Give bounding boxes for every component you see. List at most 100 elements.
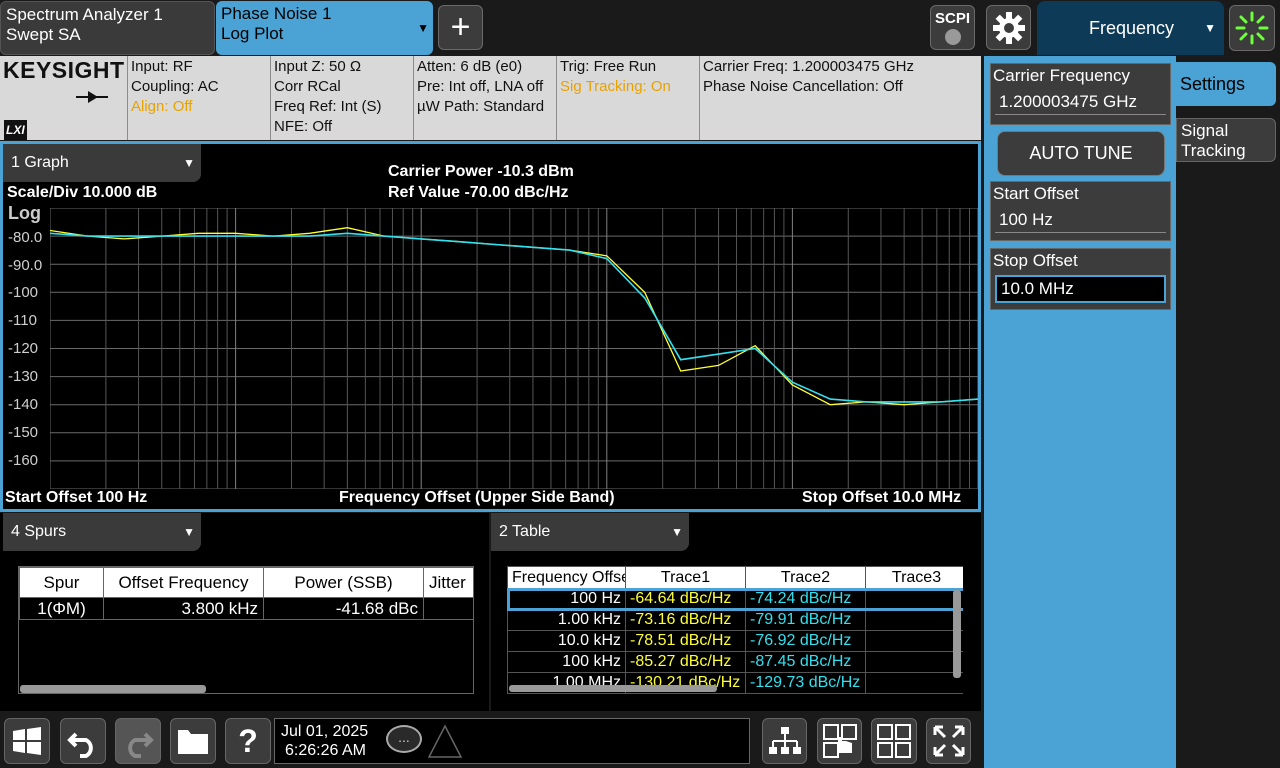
tab-settings[interactable]: Settings xyxy=(1172,62,1276,106)
freq-offset-cell: 10.0 kHz xyxy=(507,630,626,652)
carrier-frequency-label: Carrier Frequency xyxy=(993,66,1130,85)
horizontal-scrollbar[interactable] xyxy=(509,685,717,692)
horizontal-scrollbar[interactable] xyxy=(20,685,206,693)
column-header[interactable]: Spur xyxy=(19,567,104,598)
file-button[interactable] xyxy=(170,718,216,764)
start-offset-value[interactable]: 100 Hz xyxy=(995,208,1166,233)
y-tick-label: -150 xyxy=(8,424,39,441)
column-header[interactable]: Trace2 xyxy=(745,566,866,589)
offset-frequency-cell: 3.800 kHz xyxy=(103,597,264,620)
column-header[interactable]: Offset Frequency xyxy=(103,567,264,598)
tab-phase-noise[interactable]: Phase Noise 1 Log Plot ▼ xyxy=(216,1,433,55)
carrier-freq-text: Carrier Freq: 1.200003475 GHz xyxy=(703,58,914,75)
gear-icon xyxy=(992,11,1025,44)
stop-offset-value[interactable]: 10.0 MHz xyxy=(995,275,1166,303)
results-table: Frequency Offset Trace1 Trace2 Trace3 10… xyxy=(507,566,963,694)
brand-panel: KEYSIGHT LXI xyxy=(0,56,128,140)
coupling-text: Coupling: AC xyxy=(131,78,219,95)
table-row[interactable]: 100 kHz -85.27 dBc/Hz -87.45 dBc/Hz xyxy=(507,651,963,673)
windows-start-button[interactable] xyxy=(4,718,50,764)
freq-offset-cell: 1.00 kHz xyxy=(507,609,626,631)
undo-icon xyxy=(67,732,93,758)
spur-id-cell: 1(ΦM) xyxy=(19,597,104,620)
scale-type-label: Log xyxy=(8,203,41,223)
date-label: Jul 01, 2025 xyxy=(281,723,369,740)
table-header-row: Frequency Offset Trace1 Trace2 Trace3 xyxy=(507,566,963,589)
keysight-logo: KEYSIGHT xyxy=(3,57,125,83)
scale-div-label: Scale/Div 10.000 dB xyxy=(7,184,158,201)
warning-icon[interactable] xyxy=(427,723,463,759)
busy-indicator-button[interactable] xyxy=(1229,5,1275,51)
stop-offset-label: Stop Offset 10.0 MHz xyxy=(802,489,962,506)
tab-title: Spectrum Analyzer 1 xyxy=(6,5,163,24)
table-row[interactable]: 100 Hz -64.64 dBc/Hz -74.24 dBc/Hz xyxy=(507,587,963,611)
tab-signal-tracking-label: Signal Tracking xyxy=(1181,121,1246,160)
trigger-text: Trig: Free Run xyxy=(560,58,657,75)
trace1-cell: -73.16 dBc/Hz xyxy=(625,609,746,631)
menu-selector[interactable]: Frequency ▼ xyxy=(1037,1,1224,55)
table-row[interactable]: 1(ΦM) 3.800 kHz -41.68 dBc xyxy=(19,597,473,620)
tab-spectrum-analyzer[interactable]: Spectrum Analyzer 1 Swept SA xyxy=(0,1,215,55)
table-header-row: Spur Offset Frequency Power (SSB) Jitter xyxy=(19,567,473,598)
y-tick-label: -110 xyxy=(8,312,37,329)
chevron-down-icon: ▼ xyxy=(417,21,429,35)
undo-button[interactable] xyxy=(60,718,106,764)
auto-tune-button[interactable]: AUTO TUNE xyxy=(997,131,1165,176)
vertical-scrollbar[interactable] xyxy=(953,590,961,678)
align-text: Align: Off xyxy=(131,98,193,115)
scpi-button[interactable]: SCPI xyxy=(930,5,975,50)
table-row[interactable]: 10.0 kHz -78.51 dBc/Hz -76.92 dBc/Hz xyxy=(507,630,963,652)
column-header[interactable]: Trace3 xyxy=(865,566,963,589)
y-tick-label: -80.0 xyxy=(8,229,43,246)
add-screen-button[interactable]: + xyxy=(438,5,483,50)
ref-value-label: Ref Value -70.00 dBc/Hz xyxy=(388,184,569,201)
table-selector[interactable]: 2 Table ▼ xyxy=(491,513,689,551)
table-row[interactable]: 1.00 kHz -73.16 dBc/Hz -79.91 dBc/Hz xyxy=(507,609,963,631)
atten-text: Atten: 6 dB (e0) xyxy=(417,58,523,75)
spurs-table-container[interactable]: Spur Offset Frequency Power (SSB) Jitter… xyxy=(18,566,474,694)
freq-offset-cell: 100 Hz xyxy=(507,588,626,610)
trace2-cell: -74.24 dBc/Hz xyxy=(745,588,866,610)
column-header[interactable]: Frequency Offset xyxy=(507,566,626,589)
start-offset-label: Start Offset xyxy=(993,184,1079,203)
graph-selector[interactable]: 1 Graph ▼ xyxy=(3,144,201,182)
phase-noise-plot[interactable] xyxy=(50,208,978,489)
plot-grid xyxy=(50,208,978,489)
stop-offset-control[interactable]: Stop Offset 10.0 MHz xyxy=(990,248,1171,310)
input-z-text: Input Z: 50 Ω xyxy=(274,58,362,75)
redo-button[interactable] xyxy=(115,718,161,764)
corr-text: Corr RCal xyxy=(274,78,341,95)
spurs-selector[interactable]: 4 Spurs ▼ xyxy=(3,513,201,551)
message-bubble-icon[interactable]: ... xyxy=(386,725,422,753)
y-tick-label: -140 xyxy=(8,396,39,413)
column-header[interactable]: Jitter xyxy=(423,567,473,598)
touch-button[interactable] xyxy=(817,718,862,764)
tab-signal-tracking[interactable]: Signal Tracking xyxy=(1176,118,1276,162)
carrier-frequency-value[interactable]: 1.200003475 GHz xyxy=(995,90,1166,115)
grid-layout-icon xyxy=(877,724,911,758)
multiscreen-button[interactable] xyxy=(762,718,807,764)
windows-icon xyxy=(13,727,41,755)
settings-button[interactable] xyxy=(986,5,1031,50)
graph-selector-label: 1 Graph xyxy=(11,154,69,171)
trace1-cell: -78.51 dBc/Hz xyxy=(625,630,746,652)
results-table-container[interactable]: Frequency Offset Trace1 Trace2 Trace3 10… xyxy=(507,566,963,694)
tab-settings-label: Settings xyxy=(1180,74,1246,94)
message-bubble-dots: ... xyxy=(398,729,410,745)
expand-arrows-icon xyxy=(933,725,964,757)
trace3-cell xyxy=(865,630,963,652)
trace1-cell: -64.64 dBc/Hz xyxy=(625,588,746,610)
trace2-cell: -129.73 dBc/Hz xyxy=(745,672,866,694)
window-layout-button[interactable] xyxy=(871,718,917,764)
trace2-cell: -87.45 dBc/Hz xyxy=(745,651,866,673)
stop-offset-label: Stop Offset xyxy=(993,251,1078,270)
maximize-button[interactable] xyxy=(926,718,971,764)
start-offset-control[interactable]: Start Offset 100 Hz xyxy=(990,181,1171,241)
freq-ref-text: Freq Ref: Int (S) xyxy=(274,98,382,115)
spinner-icon xyxy=(1235,11,1269,45)
carrier-frequency-control[interactable]: Carrier Frequency 1.200003475 GHz xyxy=(990,63,1171,125)
column-header[interactable]: Trace1 xyxy=(625,566,746,589)
spurs-selector-label: 4 Spurs xyxy=(11,523,67,540)
help-button[interactable]: ? xyxy=(225,718,271,764)
column-header[interactable]: Power (SSB) xyxy=(263,567,424,598)
